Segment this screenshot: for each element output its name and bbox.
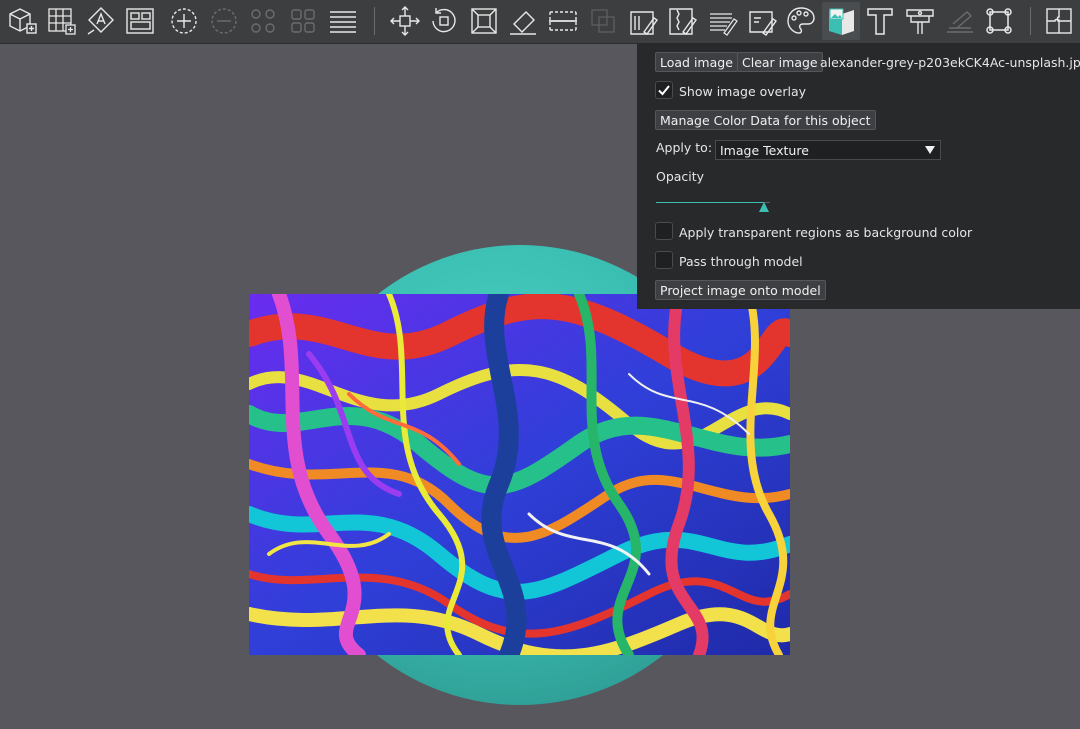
- transparent-bg-label: Apply transparent regions as background …: [679, 225, 973, 240]
- project-image-button[interactable]: Project image onto model: [655, 280, 826, 300]
- layout-icon: [126, 8, 154, 34]
- boolean-tool[interactable]: [584, 2, 622, 40]
- image-projection-tool[interactable]: [822, 2, 860, 40]
- rotate-icon: [432, 8, 456, 33]
- boolean-icon: [591, 9, 615, 33]
- palette-icon: [787, 7, 815, 34]
- image-projection-panel: Load image Clear image alexander-grey-p2…: [637, 43, 1080, 309]
- place-on-face-icon: [510, 11, 536, 35]
- assembly-icon: [906, 9, 934, 34]
- opacity-slider-fill: [656, 202, 764, 203]
- support-paint-icon: [630, 11, 658, 35]
- brim-ears-tool[interactable]: [941, 2, 979, 40]
- fuzzy-skin-tool[interactable]: [703, 2, 741, 40]
- show-overlay-checkbox[interactable]: [655, 81, 673, 99]
- rotate-tool[interactable]: [425, 2, 463, 40]
- color-paint-tool[interactable]: [782, 2, 820, 40]
- support-paint-tool[interactable]: [624, 2, 662, 40]
- cut-tool[interactable]: [544, 2, 582, 40]
- circle-plus-icon: [171, 8, 197, 34]
- toolbar: [0, 0, 1080, 44]
- measure-icon: [749, 11, 777, 36]
- show-overlay-label: Show image overlay: [679, 84, 807, 99]
- manage-color-data-button[interactable]: Manage Color Data for this object: [655, 110, 876, 130]
- seam-paint-tool[interactable]: [663, 2, 701, 40]
- add-grid-tool[interactable]: [42, 2, 80, 40]
- layout-tool[interactable]: [121, 2, 159, 40]
- image-overlay[interactable]: [249, 294, 790, 655]
- dots-grid-tool[interactable]: [244, 2, 282, 40]
- apply-to-label: Apply to:: [656, 140, 713, 155]
- add-text-annotation-tool[interactable]: [82, 2, 120, 40]
- app-window: Load image Clear image alexander-grey-p2…: [0, 0, 1080, 729]
- opacity-slider-thumb[interactable]: [759, 202, 769, 212]
- text-tool[interactable]: [861, 2, 899, 40]
- place-on-face-tool[interactable]: [504, 2, 542, 40]
- load-image-button[interactable]: Load image: [655, 52, 738, 72]
- diamond-a-icon: [87, 7, 114, 35]
- brim-ears-icon: [947, 11, 973, 33]
- file-name-label: alexander-grey-p203ekCK4Ac-unsplash.jpg: [820, 55, 1080, 70]
- pass-through-label: Pass through model: [679, 254, 803, 269]
- puzzle-icon: [1046, 8, 1072, 34]
- layers-tool[interactable]: [324, 2, 362, 40]
- add-object-tool[interactable]: [3, 2, 41, 40]
- dots-grid-icon: [251, 9, 275, 33]
- marbled-image: [249, 294, 790, 655]
- opacity-label: Opacity: [656, 169, 705, 184]
- split-tool[interactable]: [284, 2, 322, 40]
- chevron-down-icon: [920, 141, 940, 159]
- cube-plus-icon: [9, 8, 37, 34]
- toolbar-separator: [1030, 7, 1031, 35]
- image-projection-icon: [829, 8, 854, 35]
- puzzle-tool[interactable]: [1040, 2, 1078, 40]
- fit-corners-icon: [986, 8, 1012, 34]
- cut-icon: [549, 11, 577, 31]
- scale-tool[interactable]: [465, 2, 503, 40]
- split-icon: [291, 9, 315, 33]
- apply-to-dropdown[interactable]: Image Texture: [715, 140, 941, 160]
- text-t-icon: [867, 8, 893, 35]
- remove-part-tool[interactable]: [205, 2, 243, 40]
- toolbar-separator: [374, 7, 375, 35]
- pass-through-checkbox[interactable]: [655, 251, 673, 269]
- grid-plus-icon: [48, 8, 76, 35]
- seam-paint-icon: [669, 8, 697, 35]
- measure-tool[interactable]: [743, 2, 781, 40]
- move-arrows-icon: [390, 6, 420, 36]
- opacity-slider[interactable]: [656, 193, 770, 213]
- apply-to-value: Image Texture: [720, 143, 809, 158]
- checkmark-icon: [658, 85, 670, 96]
- add-part-tool[interactable]: [165, 2, 203, 40]
- assembly-tool[interactable]: [901, 2, 939, 40]
- clear-image-button[interactable]: Clear image: [737, 52, 823, 72]
- move-tool[interactable]: [386, 2, 424, 40]
- scale-icon: [471, 8, 497, 34]
- fit-tool[interactable]: [980, 2, 1018, 40]
- layers-icon: [330, 11, 356, 33]
- circle-minus-icon: [211, 8, 237, 34]
- transparent-bg-checkbox[interactable]: [655, 222, 673, 240]
- fuzzy-skin-icon: [710, 13, 738, 36]
